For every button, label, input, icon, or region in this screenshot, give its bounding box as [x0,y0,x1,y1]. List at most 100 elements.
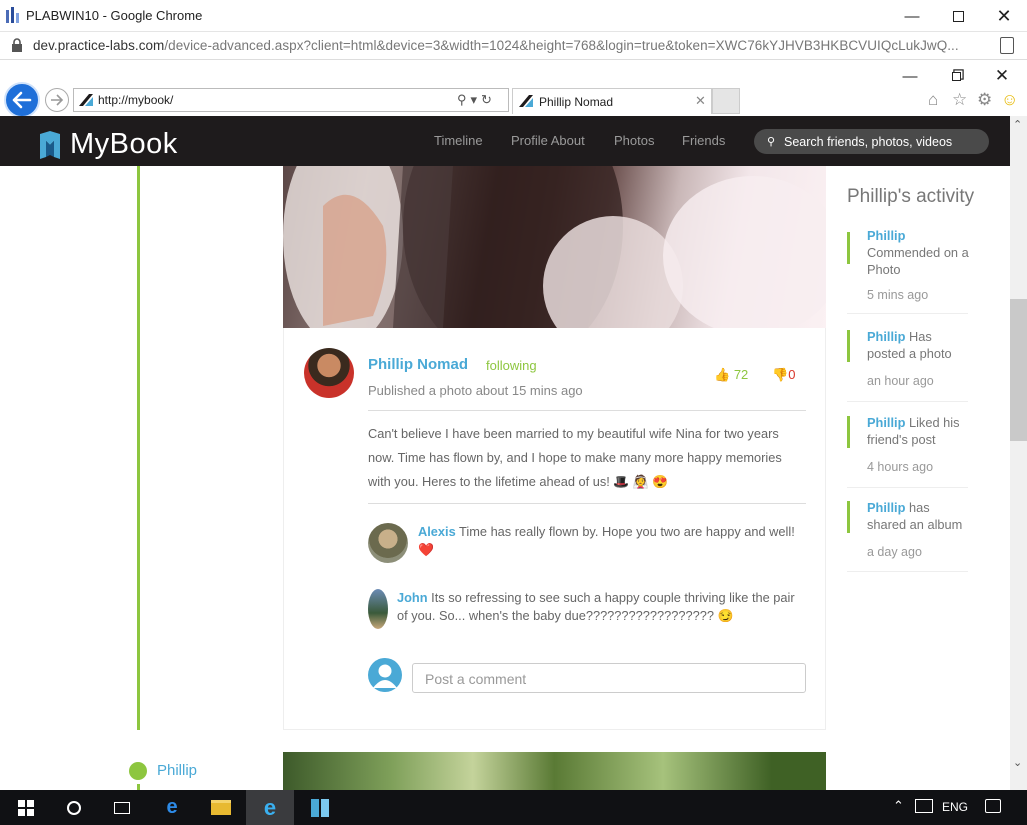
comment: John Its so refressing to see such a hap… [397,589,807,625]
site-navbar: MyBook Timeline Profile About Photos Fri… [0,116,1010,166]
author-name[interactable]: Phillip Nomad [368,356,468,373]
activity-text: Phillip has shared an album [867,499,971,533]
close-button[interactable]: ✕ [981,0,1027,32]
chrome-titlebar: PLABWIN10 - Google Chrome — ✕ [0,0,1027,32]
activity-user[interactable]: Phillip [867,415,905,430]
ie-url-text: http://mybook/ [98,93,174,107]
activity-time: a day ago [867,545,922,559]
url-host: dev.practice-labs.com [33,38,165,53]
comment-text: Time has really flown by. Hope you two a… [418,524,795,557]
internet-explorer-icon[interactable]: e [246,790,294,825]
main-content: Phillip Phillip Nomad following Publishe… [0,166,1010,790]
following-badge[interactable]: following [486,358,537,373]
activity-item[interactable]: Phillip has shared an album a day ago [847,497,968,572]
timeline-dot [129,762,147,780]
post-photo[interactable] [283,166,826,328]
brand-name: MyBook [70,128,178,160]
like-count: 72 [733,367,749,382]
activity-marker [847,330,850,362]
activity-item[interactable]: Phillip Liked his friend's post 4 hours … [847,412,968,488]
activity-text: Phillip Has posted a photo [867,328,971,362]
plab-app-icon [6,7,19,23]
post-card: Phillip Nomad following Published a phot… [283,328,826,730]
comment-input[interactable]: Post a comment [412,663,806,693]
activity-time: 5 mins ago [867,288,929,302]
forward-arrow-icon[interactable] [45,88,69,112]
windows-taskbar: e e ⌃ ENG [0,790,1027,825]
activity-text: Phillip Liked his friend's post [867,414,971,448]
cortana-search-icon[interactable] [50,790,98,825]
tab-favicon-icon [519,95,533,107]
timeline-line [137,166,140,730]
search-refresh-icons[interactable]: ⚲▾↻ [457,92,496,108]
settings-gear-icon[interactable]: ⚙ [977,90,992,110]
author-avatar[interactable] [304,348,354,398]
activity-item[interactable]: Phillip Commended on a Photo 5 mins ago [847,224,971,314]
activity-text: Phillip Commended on a Photo [867,227,971,278]
ie-close-button[interactable]: ✕ [979,62,1025,90]
comment-author[interactable]: Alexis [418,524,456,539]
tab-phillip-nomad[interactable]: Phillip Nomad ✕ [512,88,712,114]
windows-start-icon[interactable] [2,790,50,825]
divider [368,410,806,411]
maximize-button[interactable] [935,0,981,32]
url-path: /device-advanced.aspx?client=html&device… [164,38,959,53]
tab-title: Phillip Nomad [539,95,614,109]
new-tab-button[interactable] [712,88,740,114]
next-post-photo[interactable] [283,752,826,790]
commenter-avatar[interactable] [368,523,408,563]
divider [368,503,806,504]
activity-time: 4 hours ago [867,460,934,474]
ie-restore-button[interactable] [933,62,979,90]
dislike-button[interactable]: 👎0 [772,367,795,383]
edge-browser-icon[interactable]: e [148,790,196,825]
page-scrollbar[interactable]: ⌃ ⌄ [1010,116,1027,790]
site-favicon-icon [79,94,93,106]
like-button[interactable]: 👍 72 [714,367,748,383]
dislike-count: 0 [788,367,796,382]
scroll-thumb[interactable] [1010,299,1027,441]
scroll-up-icon[interactable]: ⌃ [1013,118,1022,131]
file-explorer-icon[interactable] [197,790,245,825]
back-arrow-icon[interactable] [4,82,40,118]
timeline-author-link[interactable]: Phillip [157,762,197,779]
smiley-feedback-icon[interactable]: ☺ [1001,90,1018,110]
thumbs-up-icon: 👍 [714,367,731,382]
minimize-button[interactable]: — [889,0,935,32]
tab-close-icon[interactable]: ✕ [695,93,706,109]
activity-user[interactable]: Phillip [867,228,905,243]
activity-user[interactable]: Phillip [867,329,905,344]
url-text[interactable]: dev.practice-labs.com/device-advanced.as… [33,38,959,53]
tray-chevron-up-icon[interactable]: ⌃ [893,798,904,814]
favorites-star-icon[interactable]: ☆ [952,90,967,110]
notifications-icon[interactable] [985,799,1001,813]
search-input[interactable]: ⚲ Search friends, photos, videos [754,129,989,154]
nav-friends[interactable]: Friends [682,133,725,148]
thumbs-down-icon: 👎 [772,367,789,382]
comment-text: Its so refressing to see such a happy co… [397,590,795,623]
scroll-down-icon[interactable]: ⌄ [1013,756,1022,769]
commenter-avatar[interactable] [368,589,388,629]
app-buildings-icon[interactable] [296,790,344,825]
nav-profile-about[interactable]: Profile About [511,133,585,148]
task-view-icon[interactable] [98,790,146,825]
search-icon: ⚲ [767,136,776,148]
nav-timeline[interactable]: Timeline [434,133,483,148]
nav-photos[interactable]: Photos [614,133,654,148]
activity-action: Commended on a Photo [867,245,969,277]
chrome-address-bar[interactable]: dev.practice-labs.com/device-advanced.as… [0,32,1027,60]
brand-logo[interactable]: MyBook [40,128,178,161]
language-indicator[interactable]: ENG [942,800,968,814]
activity-item[interactable]: Phillip Has posted a photo an hour ago [847,326,968,402]
activity-user[interactable]: Phillip [867,500,905,515]
ie-minimize-button[interactable]: — [887,62,933,90]
clipboard-icon[interactable] [1000,37,1014,54]
comment: Alexis Time has really flown by. Hope yo… [418,523,808,559]
lock-icon [12,38,22,52]
ie-address-input[interactable]: http://mybook/ ⚲▾↻ [73,88,509,112]
home-icon[interactable]: ⌂ [928,90,938,110]
mybook-m-icon [40,130,60,159]
activity-time: an hour ago [867,374,934,388]
network-icon[interactable] [915,799,933,813]
comment-author[interactable]: John [397,590,428,605]
